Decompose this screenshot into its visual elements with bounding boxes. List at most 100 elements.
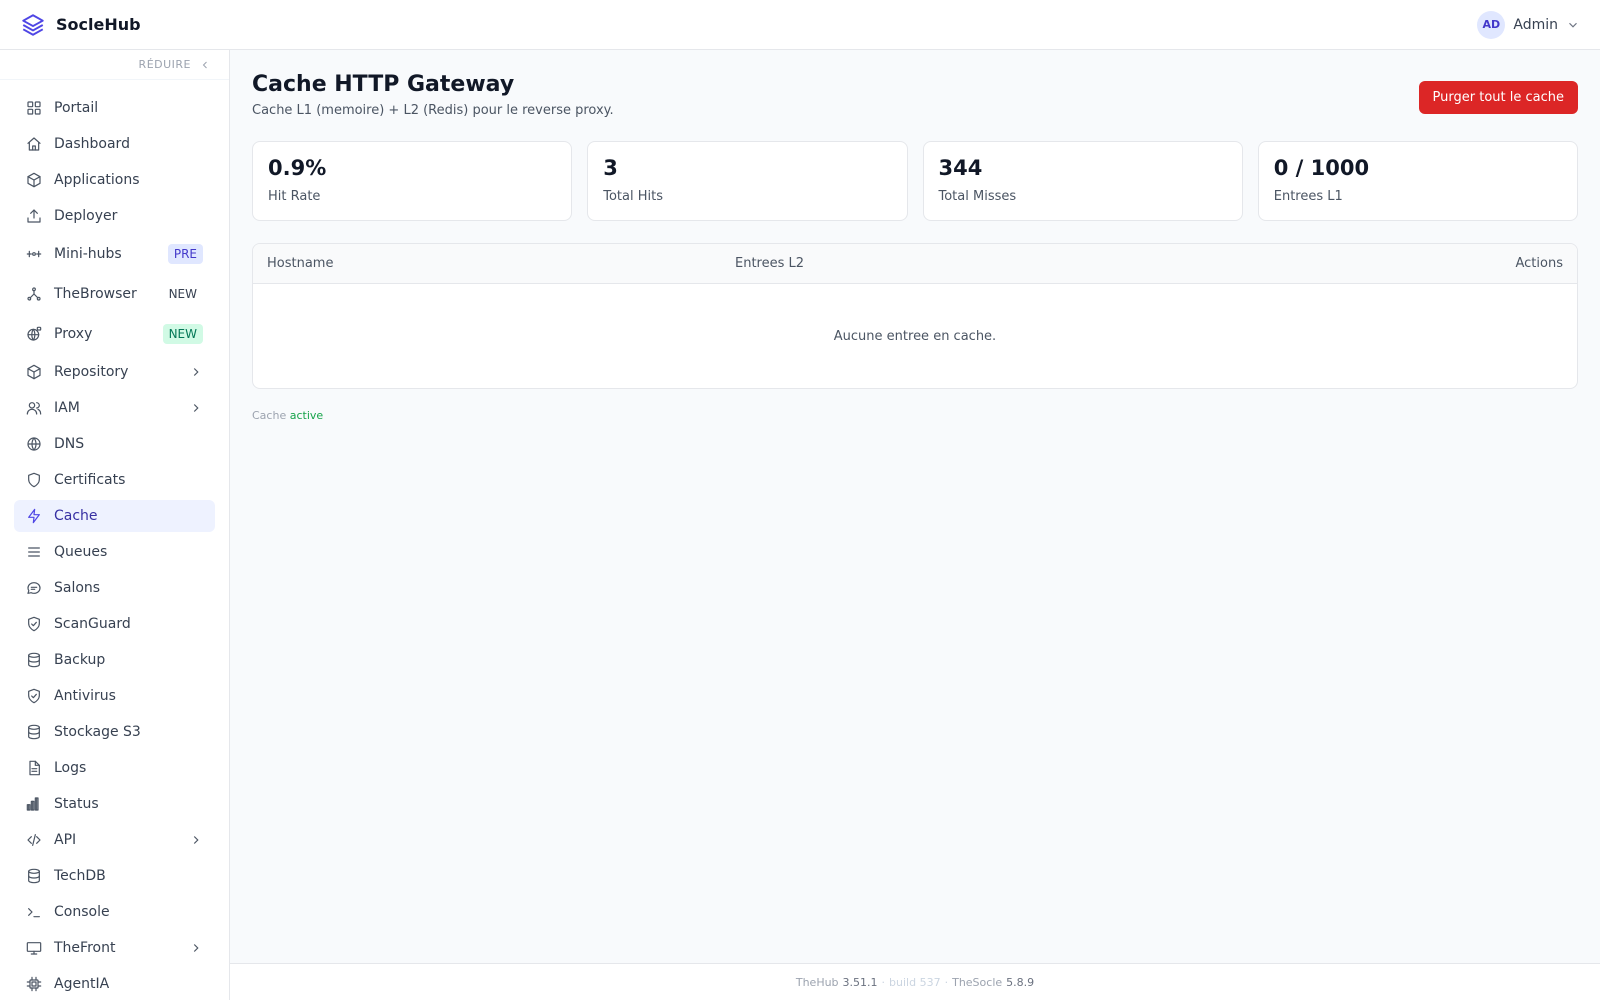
- sidebar-item-agentia[interactable]: AgentIA: [14, 968, 215, 1000]
- stat-card-entries-l1: 0 / 1000 Entrees L1: [1257, 141, 1578, 221]
- sidebar-item-label: Certificats: [54, 472, 126, 488]
- sidebar-item-logs[interactable]: Logs: [14, 752, 215, 784]
- cache-entries-table: Hostname Entrees L2 Actions Aucune entre…: [252, 243, 1578, 389]
- footer-thehub-label: TheHub: [795, 975, 839, 989]
- page-title: Cache HTTP Gateway: [252, 72, 515, 97]
- users-icon: [26, 402, 42, 415]
- sidebar-item-queues[interactable]: Queues: [14, 536, 215, 568]
- sidebar-item-proxy[interactable]: Proxy NEW: [14, 316, 215, 352]
- empty-state: Aucune entree en cache.: [833, 328, 997, 344]
- database-icon: [28, 652, 40, 668]
- bolt-icon: [28, 508, 40, 524]
- main-content: Cache HTTP Gateway Cache L1 (memoire) + …: [230, 50, 1600, 963]
- sidebar-item-thefront[interactable]: TheFront: [14, 932, 215, 964]
- sidebar-item-cache[interactable]: Cache: [14, 500, 215, 532]
- footer-build: build 537: [889, 975, 941, 989]
- footer-separator: ·: [881, 975, 886, 989]
- sidebar-item-stockage-s3[interactable]: Stockage S3: [14, 716, 215, 748]
- stat-label: Hit Rate: [268, 189, 321, 204]
- footer-thehub-version: 3.51.1: [842, 975, 878, 989]
- database-icon: [28, 868, 40, 884]
- sidebar-item-label: Proxy: [54, 326, 93, 342]
- user-menu[interactable]: AD Admin: [1477, 10, 1580, 39]
- sidebar-item-console[interactable]: Console: [14, 896, 215, 928]
- sidebar-item-certificats[interactable]: Certificats: [14, 464, 215, 496]
- sidebar-item-portail[interactable]: Portail: [14, 92, 215, 124]
- sidebar-item-dashboard[interactable]: Dashboard: [14, 128, 215, 160]
- sidebar-item-backup[interactable]: Backup: [14, 644, 215, 676]
- sidebar-item-label: IAM: [54, 400, 80, 416]
- box-icon: [27, 364, 41, 380]
- sidebar-item-applications[interactable]: Applications: [14, 164, 215, 196]
- chevron-right-icon: [193, 368, 199, 376]
- cache-status: Cache active: [252, 409, 1578, 422]
- stat-value: 344: [938, 156, 983, 180]
- stat-label: Entrees L1: [1273, 189, 1343, 204]
- grid-icon: [27, 101, 41, 115]
- chevron-down-icon: [1569, 22, 1577, 28]
- upload-icon: [27, 209, 41, 223]
- cache-status-prefix: Cache: [252, 409, 287, 422]
- sidebar-item-thebrowser[interactable]: TheBrowser NEW: [14, 276, 215, 312]
- sidebar-item-dns[interactable]: DNS: [14, 428, 215, 460]
- sidebar-item-label: Stockage S3: [54, 724, 141, 740]
- stats-row: 0.9% Hit Rate 3 Total Hits 344 Total Mis…: [252, 141, 1578, 221]
- stat-card-hit-rate: 0.9% Hit Rate: [252, 141, 573, 221]
- terminal-icon: [28, 908, 40, 918]
- chat-icon: [27, 582, 41, 594]
- sidebar-item-label: Dashboard: [54, 136, 130, 152]
- file-icon: [29, 760, 40, 776]
- sidebar-item-mini-hubs[interactable]: Mini-hubs PRE: [14, 236, 215, 272]
- footer: TheHub 3.51.1 · build 537 · TheSocle 5.8…: [230, 963, 1600, 1000]
- sidebar-item-techdb[interactable]: TechDB: [14, 860, 215, 892]
- page-subtitle: Cache L1 (memoire) + L2 (Redis) pour le …: [252, 103, 614, 118]
- sidebar-item-label: Antivirus: [54, 688, 116, 704]
- network-icon: [27, 287, 41, 301]
- sidebar-item-label: TechDB: [54, 868, 106, 884]
- sidebar-item-label: Mini-hubs: [54, 246, 122, 262]
- sidebar-item-repository[interactable]: Repository: [14, 356, 215, 388]
- purge-cache-button[interactable]: Purger tout le cache: [1418, 81, 1578, 114]
- code-icon: [27, 834, 41, 846]
- stat-value: 0 / 1000: [1273, 156, 1370, 180]
- sidebar-item-label: Backup: [54, 652, 106, 668]
- globe-icon: [27, 437, 41, 451]
- column-header-actions: Actions: [1515, 256, 1564, 271]
- chevron-left-icon: [202, 61, 207, 68]
- shield-check-icon: [28, 688, 40, 704]
- sidebar-item-iam[interactable]: IAM: [14, 392, 215, 424]
- stat-label: Total Hits: [603, 189, 664, 204]
- chevron-right-icon: [193, 404, 199, 412]
- sidebar-item-label: Deployer: [54, 208, 118, 224]
- sidebar-item-label: Portail: [54, 100, 99, 116]
- cache-status-state: active: [289, 409, 324, 422]
- sidebar-item-api[interactable]: API: [14, 824, 215, 856]
- sidebar-item-label: Salons: [54, 580, 101, 596]
- sidebar-item-label: Cache: [54, 508, 98, 524]
- package-icon: [27, 172, 41, 188]
- sidebar-item-label: ScanGuard: [54, 616, 131, 632]
- page-header: Cache HTTP Gateway Cache L1 (memoire) + …: [252, 70, 1578, 118]
- sidebar-item-label: TheFront: [54, 940, 116, 956]
- collapse-sidebar-button[interactable]: RÉDUIRE: [0, 50, 229, 80]
- layers-logo-icon: [22, 13, 44, 36]
- column-header-hostname: Hostname: [267, 256, 334, 271]
- sidebar-item-label: DNS: [54, 436, 85, 452]
- sidebar-badge: PRE: [167, 244, 203, 264]
- chevron-right-icon: [193, 836, 199, 844]
- sidebar-item-deployer[interactable]: Deployer: [14, 200, 215, 232]
- sidebar-item-salons[interactable]: Salons: [14, 572, 215, 604]
- sidebar-item-status[interactable]: Status: [14, 788, 215, 820]
- column-header-entries-l2: Entrees L2: [735, 256, 805, 271]
- sidebar-badge: NEW: [168, 287, 197, 301]
- brand[interactable]: SocleHub: [20, 12, 141, 38]
- table-header: Hostname Entrees L2 Actions: [253, 244, 1577, 284]
- footer-separator: ·: [944, 975, 949, 989]
- shield-icon: [28, 472, 40, 488]
- database-icon: [28, 724, 40, 740]
- sidebar-item-scanguard[interactable]: ScanGuard: [14, 608, 215, 640]
- stat-value: 3: [603, 156, 618, 180]
- collapse-label: RÉDUIRE: [138, 58, 191, 71]
- sidebar-item-antivirus[interactable]: Antivirus: [14, 680, 215, 712]
- app-name: SocleHub: [56, 15, 141, 34]
